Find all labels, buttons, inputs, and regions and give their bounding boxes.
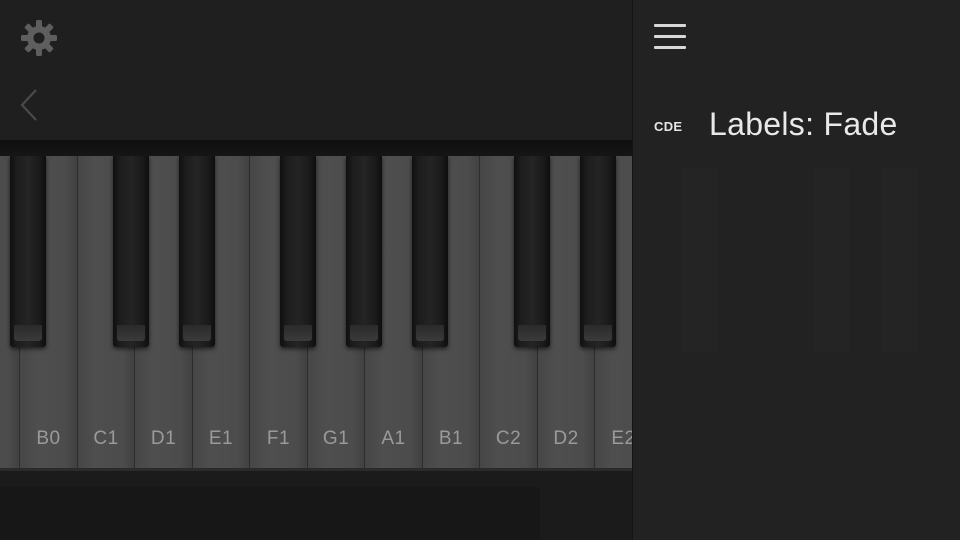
key-label: F1 — [266, 428, 291, 449]
key-label: A1 — [381, 428, 406, 449]
key-label: C1 — [93, 428, 119, 449]
black-key[interactable] — [113, 156, 149, 347]
key-label: G1 — [322, 428, 350, 449]
black-key[interactable] — [580, 156, 616, 347]
side-menu: CDE Labels: Fade — [632, 0, 960, 540]
hamburger-menu-icon[interactable] — [654, 24, 686, 52]
black-key[interactable] — [179, 156, 215, 347]
black-key[interactable] — [514, 156, 550, 347]
black-key[interactable] — [346, 156, 382, 347]
key-label: E2 — [611, 428, 632, 449]
top-toolbar — [0, 0, 632, 140]
chevron-left-icon[interactable] — [18, 88, 40, 122]
key-label: B0 — [36, 428, 61, 449]
black-key[interactable] — [280, 156, 316, 347]
black-key[interactable] — [10, 156, 46, 347]
faded-key-shadow — [881, 168, 917, 353]
faded-key-shadow — [813, 168, 849, 353]
key-label: D1 — [150, 428, 177, 449]
cde-labels-icon: CDE — [654, 119, 683, 134]
piano-app: B0 C1 D1 E1 F1 G1 A1 B1 C2 D2 E2 — [0, 0, 632, 540]
black-key[interactable] — [412, 156, 448, 347]
menu-item-labels[interactable]: CDE Labels: Fade — [633, 96, 960, 154]
key-label: D2 — [553, 428, 579, 449]
menu-item-label: Labels: Fade — [709, 106, 898, 142]
gear-icon[interactable] — [19, 18, 59, 58]
bottom-panel — [0, 487, 540, 540]
piano-keyboard: B0 C1 D1 E1 F1 G1 A1 B1 C2 D2 E2 — [0, 156, 632, 471]
bottom-bar — [0, 471, 632, 540]
key-label: B1 — [438, 428, 464, 449]
key-label: C2 — [495, 428, 522, 449]
faded-key-shadow — [681, 168, 717, 353]
key-label: E1 — [208, 428, 234, 449]
